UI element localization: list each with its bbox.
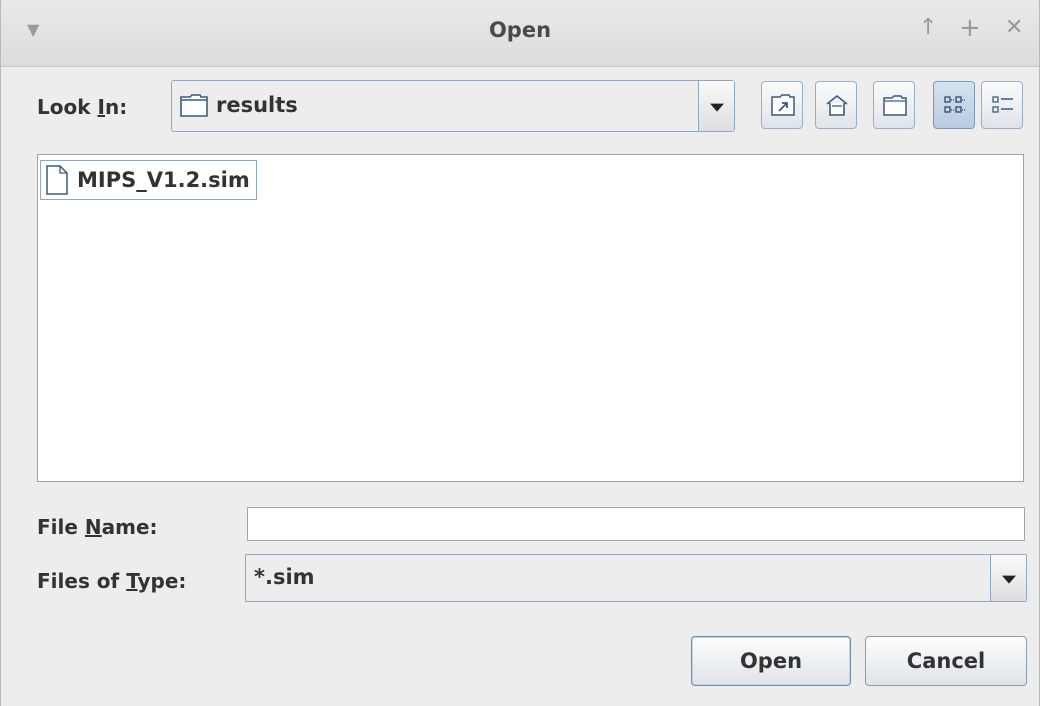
details-view-button[interactable] <box>981 81 1023 129</box>
files-of-type-value: *.sim <box>254 565 315 589</box>
minimize-icon[interactable]: + <box>959 14 981 42</box>
cancel-button[interactable]: Cancel <box>865 636 1027 686</box>
up-one-level-button[interactable] <box>761 81 803 129</box>
home-button[interactable] <box>815 81 857 129</box>
file-name-input[interactable] <box>247 507 1025 541</box>
look-in-label-mnemonic: I <box>97 95 105 119</box>
open-dialog: ▼ Open ↑ + ✕ Look In: results MIPS_V1.2.… <box>0 0 1040 706</box>
new-folder-button[interactable] <box>873 81 915 129</box>
new-folder-icon <box>883 95 907 116</box>
up-one-level-icon <box>771 94 795 116</box>
file-name-label-prefix: File <box>37 515 85 539</box>
files-of-type-label: Files of Type: <box>37 569 186 593</box>
home-icon <box>826 94 848 116</box>
list-view-button[interactable] <box>933 81 975 129</box>
file-name-label-suffix: ame: <box>101 515 158 539</box>
folder-icon <box>180 94 208 117</box>
list-view-icon <box>944 96 965 113</box>
window-title: Open <box>488 18 552 42</box>
look-in-value: results <box>216 93 298 117</box>
files-of-type-label-prefix: Files of <box>37 569 127 593</box>
look-in-label: Look In: <box>37 95 127 119</box>
open-button[interactable]: Open <box>691 636 851 686</box>
file-icon <box>46 165 68 195</box>
file-name-label-mnemonic: N <box>84 515 102 539</box>
look-in-label-prefix: Look <box>37 95 98 119</box>
look-in-label-suffix: n: <box>104 95 128 119</box>
file-name-label: MIPS_V1.2.sim <box>77 168 250 192</box>
files-of-type-label-mnemonic: T <box>126 569 138 593</box>
look-in-combobox[interactable]: results <box>171 80 735 132</box>
title-bar[interactable]: ▼ Open ↑ + ✕ <box>1 0 1039 67</box>
maximize-icon[interactable]: ↑ <box>919 14 937 42</box>
list-item[interactable]: MIPS_V1.2.sim <box>40 160 257 200</box>
file-name-label: File Name: <box>37 515 158 539</box>
look-in-dropdown-arrow[interactable] <box>698 81 734 131</box>
file-list[interactable]: MIPS_V1.2.sim <box>37 154 1024 482</box>
details-view-icon <box>992 96 1013 113</box>
files-of-type-label-suffix: ype: <box>137 569 187 593</box>
files-of-type-dropdown-arrow[interactable] <box>990 555 1026 601</box>
close-icon[interactable]: ✕ <box>1005 14 1023 42</box>
files-of-type-combobox[interactable]: *.sim <box>245 554 1027 602</box>
